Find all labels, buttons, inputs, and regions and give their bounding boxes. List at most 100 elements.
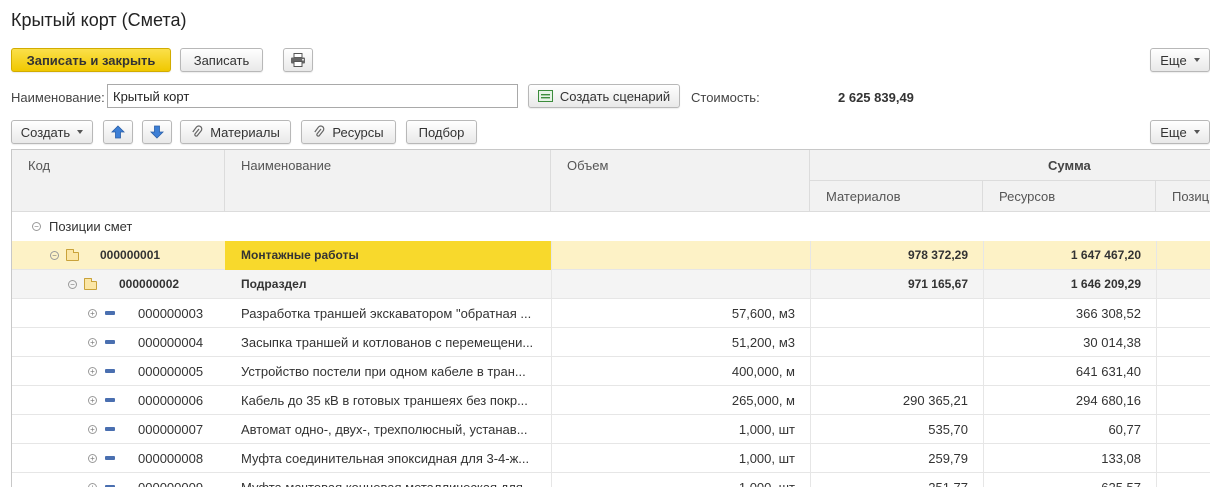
row-materials: 978 372,29	[907, 248, 968, 262]
printer-icon	[291, 53, 305, 67]
column-header-materials[interactable]: Материалов	[810, 181, 983, 212]
scenario-icon	[537, 90, 553, 102]
row-name: Устройство постели при одном кабеле в тр…	[241, 364, 526, 379]
row-materials: 259,79	[928, 451, 968, 466]
list-more-label: Еще	[1160, 124, 1187, 140]
row-resources: 1 647 467,20	[1070, 248, 1141, 262]
table-row[interactable]: +000000009 Муфта мачтовая концевая металл…	[12, 473, 1210, 487]
divider	[983, 241, 984, 270]
row-volume: 265,000, м	[731, 393, 795, 408]
folder-icon	[66, 249, 79, 261]
row-code: 000000006	[138, 393, 204, 408]
row-name: Разработка траншей экскаватором "обратна…	[241, 306, 532, 321]
table-row[interactable]: +000000008 Муфта соединительная эпоксидна…	[12, 444, 1210, 473]
name-label: Наименование:	[11, 90, 105, 105]
row-volume	[551, 241, 795, 270]
column-header-code-label: Код	[28, 158, 51, 173]
column-header-volume[interactable]: Объем	[551, 150, 810, 212]
divider	[1156, 299, 1157, 328]
divider	[551, 270, 552, 299]
save-button[interactable]: Записать	[180, 48, 263, 72]
move-down-button[interactable]	[142, 120, 172, 144]
collapse-icon[interactable]: −	[68, 280, 77, 289]
divider	[810, 299, 811, 328]
row-code: 000000004	[138, 335, 204, 350]
folder-icon	[84, 278, 97, 290]
divider	[551, 299, 552, 328]
divider	[1156, 328, 1157, 357]
row-name: Монтажные работы	[241, 248, 359, 262]
row-volume: 51,200, м3	[731, 335, 795, 350]
more-button-label: Еще	[1160, 52, 1187, 68]
row-materials	[810, 328, 968, 357]
row-name: Засыпка траншей и котлованов с перемещен…	[241, 335, 534, 350]
list-more-button[interactable]: Еще	[1150, 120, 1210, 144]
expand-icon[interactable]: +	[88, 367, 97, 376]
selection-button[interactable]: Подбор	[406, 120, 477, 144]
column-header-positions[interactable]: Позици	[1156, 181, 1210, 212]
create-scenario-label: Создать сценарий	[559, 88, 671, 104]
resources-label: Ресурсы	[332, 124, 384, 140]
divider	[551, 473, 552, 487]
position-icon	[105, 369, 115, 373]
divider	[1156, 473, 1157, 487]
expand-icon[interactable]: +	[88, 425, 97, 434]
chevron-down-icon	[77, 130, 84, 134]
estimate-table[interactable]: Код Наименование Объем Сумма Материалов …	[11, 149, 1210, 487]
divider	[551, 444, 552, 473]
table-row[interactable]: − 000000002 Подраздел 971 165,67 1 646 209,2…	[12, 270, 1210, 299]
divider	[983, 444, 984, 473]
divider	[810, 328, 811, 357]
divider	[983, 473, 984, 487]
create-button[interactable]: Создать	[11, 120, 93, 144]
table-row[interactable]: − 000000001 Монтажные работы 978 372,29 1 64…	[12, 241, 1210, 270]
group-row-positions[interactable]: − Позиции смет	[12, 212, 1210, 241]
row-materials: 971 165,67	[907, 277, 968, 291]
divider	[1156, 386, 1157, 415]
paperclip-icon	[192, 125, 203, 137]
chevron-down-icon	[1193, 58, 1200, 62]
expand-icon[interactable]: +	[88, 454, 97, 463]
more-button[interactable]: Еще	[1150, 48, 1210, 72]
move-up-button[interactable]	[103, 120, 133, 144]
row-volume: 1,000, шт	[551, 473, 795, 487]
divider	[551, 241, 552, 270]
column-header-resources[interactable]: Ресурсов	[983, 181, 1156, 212]
row-resources: 366 308,52	[1075, 306, 1141, 321]
table-row[interactable]: +000000005 Устройство постели при одном к…	[12, 357, 1210, 386]
expand-icon[interactable]: +	[88, 396, 97, 405]
divider	[1156, 415, 1157, 444]
table-row[interactable]: +000000006 Кабель до 35 кВ в готовых тран…	[12, 386, 1210, 415]
collapse-icon[interactable]: −	[32, 222, 41, 231]
collapse-icon[interactable]: −	[50, 251, 59, 260]
row-materials: 535,70	[928, 422, 968, 437]
column-header-sum: Сумма	[810, 150, 1210, 181]
print-button[interactable]	[283, 48, 313, 72]
column-header-code[interactable]: Код	[12, 150, 225, 212]
cost-label: Стоимость:	[691, 90, 760, 105]
materials-button[interactable]: Материалы	[180, 120, 291, 144]
table-row[interactable]: +000000004 Засыпка траншей и котлованов с…	[12, 328, 1210, 357]
row-code: 000000008	[138, 451, 204, 466]
name-field[interactable]	[107, 84, 518, 108]
table-row[interactable]: +000000007 Автомат одно-, двух-, трехполю…	[12, 415, 1210, 444]
row-materials	[810, 357, 968, 386]
expand-icon[interactable]: +	[88, 338, 97, 347]
expand-icon[interactable]: +	[88, 309, 97, 318]
resources-button[interactable]: Ресурсы	[301, 120, 396, 144]
divider	[810, 444, 811, 473]
save-and-close-button[interactable]: Записать и закрыть	[11, 48, 171, 72]
divider	[551, 357, 552, 386]
materials-label: Материалы	[210, 124, 280, 140]
row-code: 000000003	[138, 306, 204, 321]
expand-icon[interactable]: +	[88, 483, 97, 487]
row-volume: 1,000, шт	[738, 451, 795, 466]
row-materials	[810, 299, 968, 328]
table-row[interactable]: +000000003 Разработка траншей экскаваторо…	[12, 299, 1210, 328]
column-header-name[interactable]: Наименование	[225, 150, 551, 212]
row-volume: 1,000, шт	[738, 422, 795, 437]
divider	[810, 241, 811, 270]
divider	[810, 415, 811, 444]
create-scenario-button[interactable]: Создать сценарий	[528, 84, 680, 108]
row-code: 000000001	[100, 248, 161, 262]
